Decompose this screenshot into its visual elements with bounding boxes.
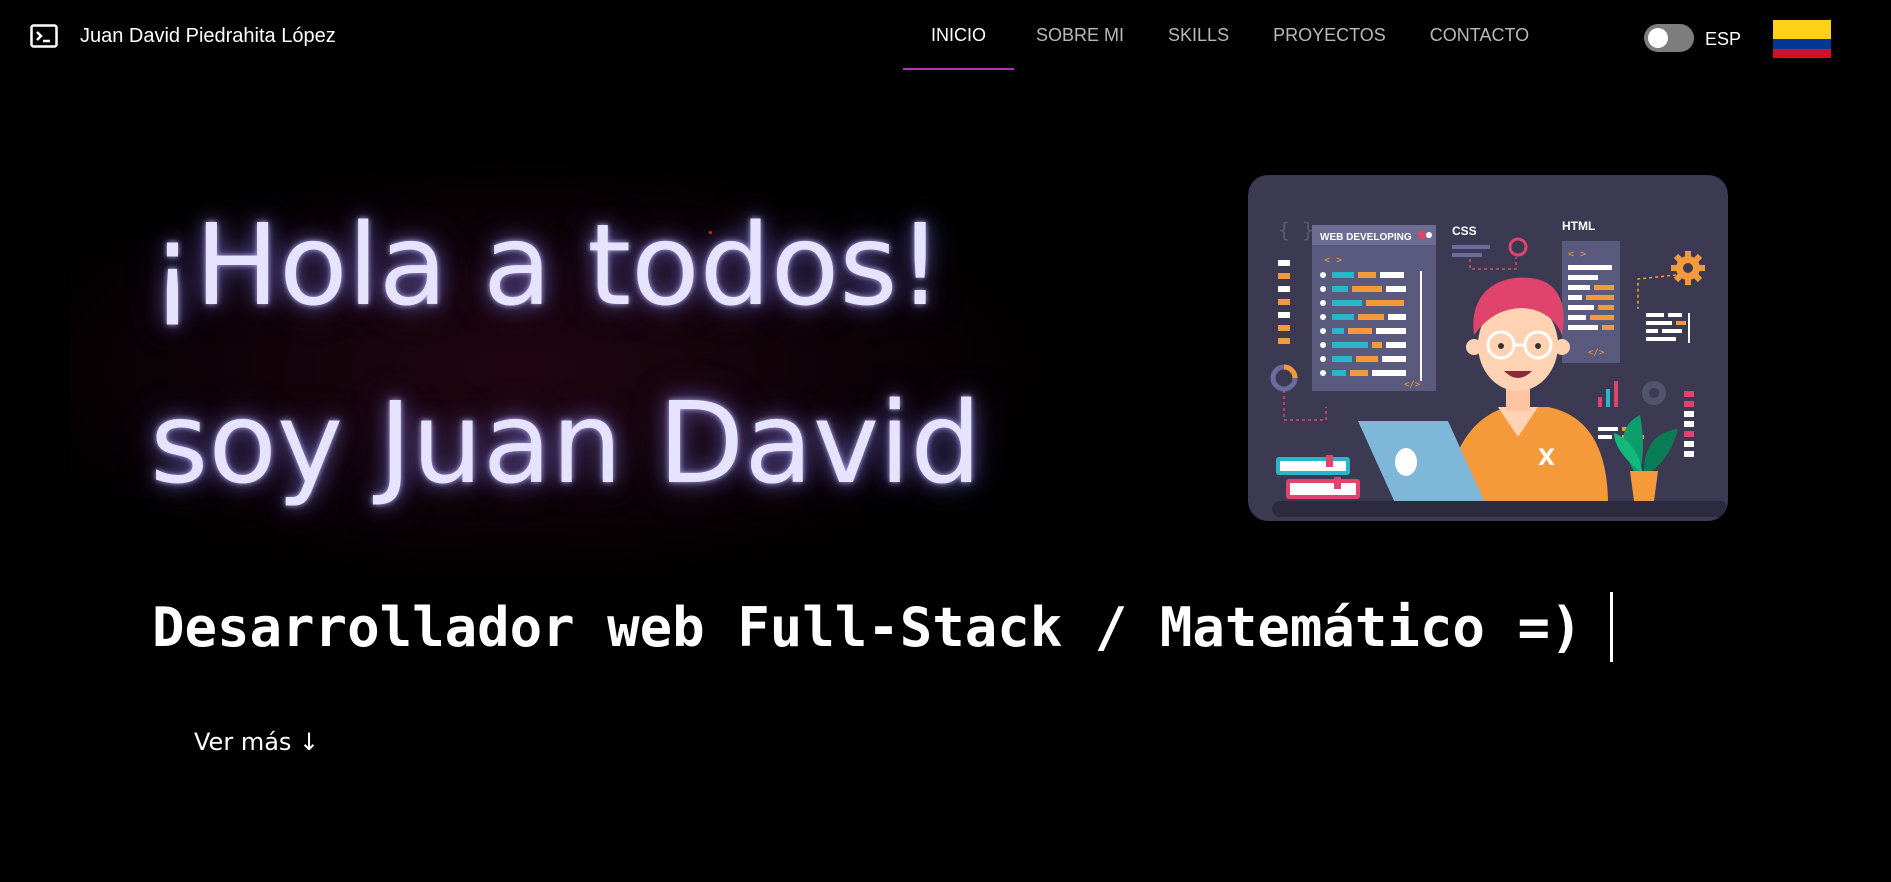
panel-title: WEB DEVELOPING <box>1320 232 1412 243</box>
hero-subtitle: Desarrollador web Full-Stack / Matemátic… <box>152 592 1614 662</box>
nav-item-contacto[interactable]: CONTACTO <box>1408 0 1551 70</box>
theme-toggle[interactable] <box>1644 24 1694 52</box>
left-bars <box>1278 260 1290 344</box>
gear-icon <box>1671 251 1705 285</box>
hero-subtitle-text: Desarrollador web Full-Stack / Matemátic… <box>152 595 1583 659</box>
colombia-flag-icon[interactable] <box>1773 20 1831 58</box>
hero-greeting-line1: ¡Hola a todos! <box>150 201 943 331</box>
language-label: ESP <box>1705 29 1742 49</box>
svg-text:X: X <box>1538 446 1555 471</box>
header: Juan David Piedrahita López INICIO SOBRE… <box>0 0 1891 78</box>
brand-name: Juan David Piedrahita López <box>80 24 336 47</box>
typing-cursor <box>1610 592 1614 662</box>
decorative-dot <box>709 231 712 234</box>
svg-text:< >: < > <box>1568 249 1586 260</box>
main-nav: INICIO SOBRE MI SKILLS PROYECTOS CONTACT… <box>903 0 1551 70</box>
hero-greeting-line2: soy Juan David <box>150 379 982 509</box>
developer-illustration: { } WEB DEVELOPING < > </> CSS HTML < > … <box>1248 175 1728 521</box>
svg-text:< >: < > <box>1324 255 1342 266</box>
svg-text:</>: </> <box>1404 380 1421 390</box>
terminal-icon <box>30 24 58 48</box>
nav-item-sobre-mi[interactable]: SOBRE MI <box>1014 0 1146 70</box>
css-label: CSS <box>1452 224 1477 238</box>
nav-item-inicio[interactable]: INICIO <box>903 0 1015 70</box>
developer-illustration-art: { } WEB DEVELOPING < > </> CSS HTML < > … <box>1270 218 1728 517</box>
svg-text:{ }: { } <box>1278 218 1314 242</box>
toggle-knob <box>1648 28 1668 48</box>
nav-item-proyectos[interactable]: PROYECTOS <box>1251 0 1408 70</box>
brand[interactable]: Juan David Piedrahita López <box>30 24 336 48</box>
html-label: HTML <box>1562 219 1595 233</box>
right-lines <box>1646 313 1690 343</box>
see-more-link[interactable]: Ver más ↓ <box>194 728 319 756</box>
svg-text:</>: </> <box>1588 348 1605 358</box>
nav-item-skills[interactable]: SKILLS <box>1146 0 1251 70</box>
